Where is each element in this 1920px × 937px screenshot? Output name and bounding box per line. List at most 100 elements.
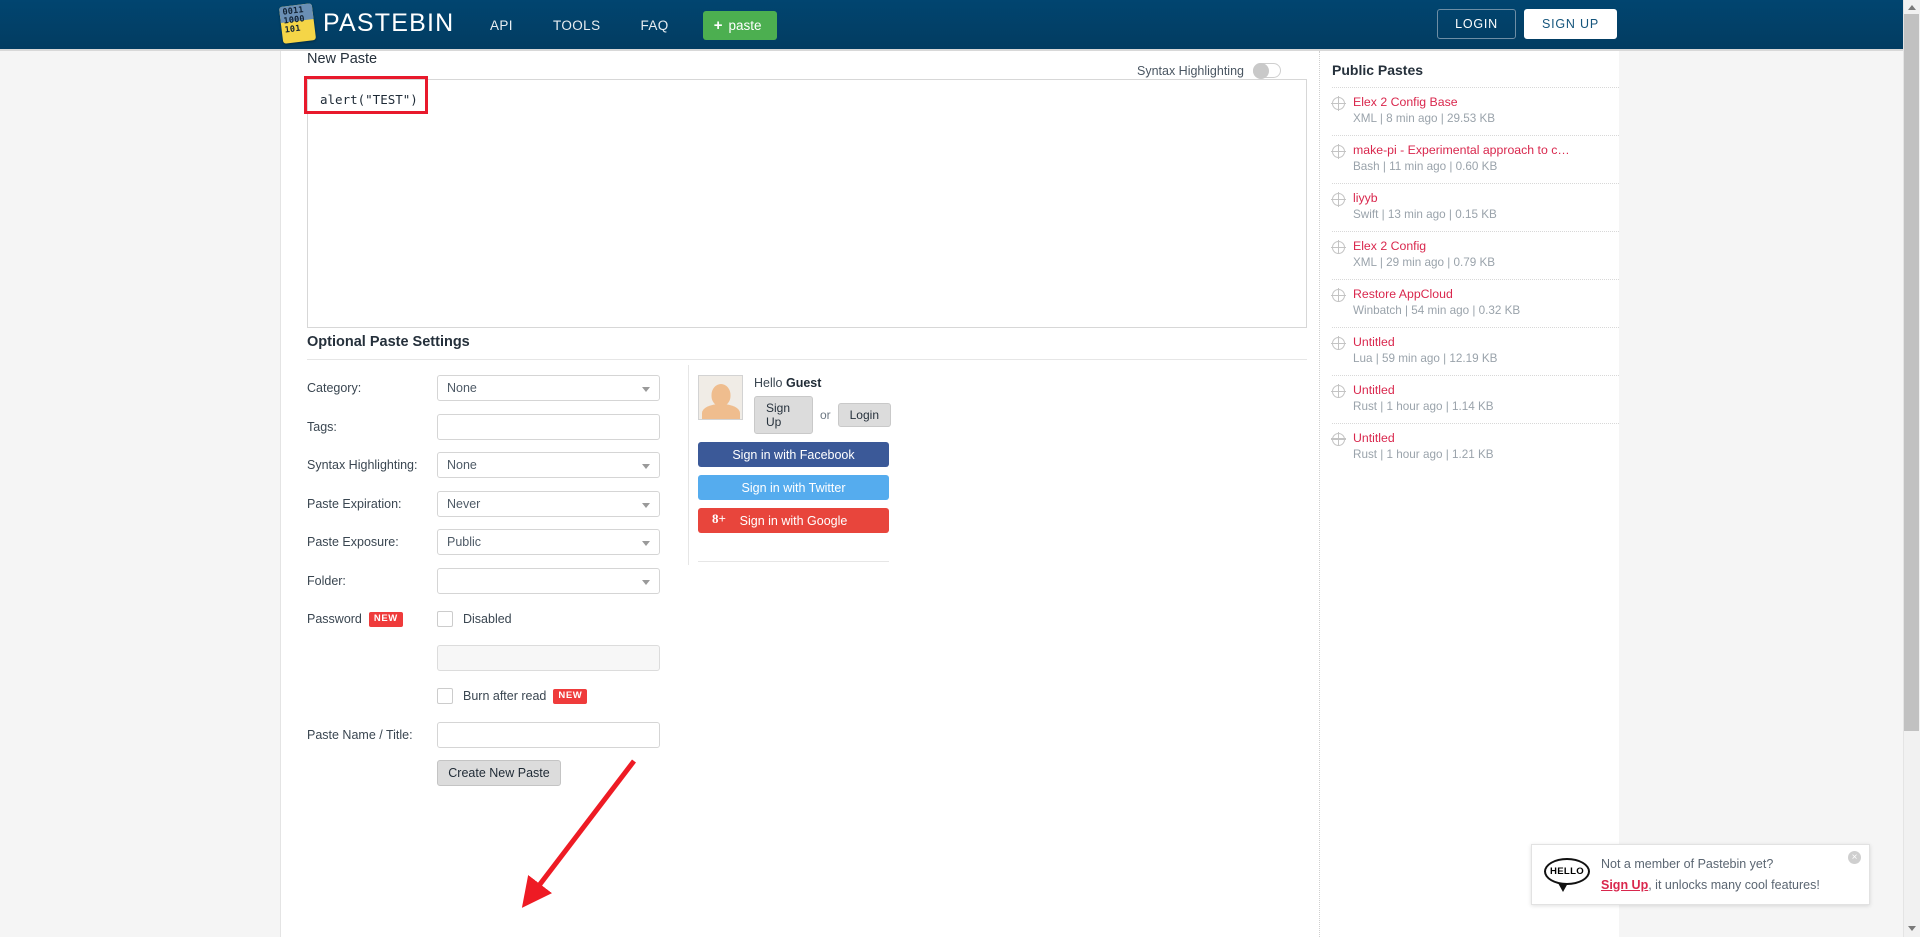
password-disabled-checkbox-group[interactable]: Disabled	[437, 611, 660, 628]
left-gutter	[0, 51, 281, 937]
logo[interactable]: 0011 1000 101 PASTEBIN	[278, 3, 455, 44]
paste-name-label: Paste Name / Title:	[307, 727, 413, 742]
close-icon[interactable]: ×	[1848, 851, 1861, 864]
globe-icon	[1331, 96, 1346, 111]
notification-signup-link[interactable]: Sign Up	[1601, 878, 1648, 892]
new-paste-button[interactable]: + paste	[702, 11, 777, 40]
guest-login-panel: Hello Guest Sign Up or Login Sign in wit…	[688, 365, 891, 565]
form-row-paste-name: Paste Name / Title:	[307, 716, 707, 755]
globe-icon	[1331, 288, 1346, 303]
burn-after-read-new-badge: NEW	[553, 688, 588, 704]
pastebin-logo-icon: 0011 1000 101	[278, 3, 317, 44]
list-item[interactable]: Untitled Rust | 1 hour ago | 1.21 KB	[1331, 422, 1619, 471]
panel-login-button[interactable]: Login	[837, 403, 891, 427]
folder-select[interactable]	[437, 567, 660, 594]
list-item[interactable]: liyyb Swift | 13 min ago | 0.15 KB	[1331, 182, 1619, 231]
twitter-signin-label: Sign in with Twitter	[741, 480, 846, 495]
main-nav: API TOOLS FAQ + paste	[470, 0, 777, 51]
paste-title-link[interactable]: Untitled	[1353, 431, 1494, 447]
scrollbar-thumb[interactable]	[1904, 14, 1919, 731]
list-item[interactable]: Elex 2 Config Base XML | 8 min ago | 29.…	[1331, 87, 1619, 135]
paste-exposure-select[interactable]: Public	[437, 529, 660, 556]
google-plus-icon: 8+	[712, 511, 726, 526]
globe-icon	[1331, 432, 1346, 447]
paste-meta: XML | 8 min ago | 29.53 KB	[1353, 111, 1496, 125]
globe-icon	[1331, 336, 1346, 351]
nav-item-tools[interactable]: TOOLS	[533, 18, 621, 33]
brand-name: PASTEBIN	[323, 9, 455, 37]
paste-content-textarea[interactable]	[307, 79, 1307, 328]
facebook-signin-label: Sign in with Facebook	[732, 447, 855, 462]
syntax-highlighting-toggle[interactable]	[1253, 63, 1281, 79]
folder-label: Folder:	[307, 573, 346, 588]
paste-meta: Winbatch | 54 min ago | 0.32 KB	[1353, 303, 1521, 317]
public-pastes-sidebar: Public Pastes Elex 2 Config Base XML | 8…	[1319, 51, 1619, 937]
google-signin-label: Sign in with Google	[739, 513, 848, 528]
list-item[interactable]: Elex 2 Config XML | 29 min ago | 0.79 KB	[1331, 230, 1619, 279]
facebook-signin-button[interactable]: Sign in with Facebook	[698, 442, 889, 467]
paste-title-link[interactable]: Untitled	[1353, 383, 1494, 399]
paste-meta: Lua | 59 min ago | 12.19 KB	[1353, 351, 1498, 365]
page-content: New Paste Syntax Highlighting Optional P…	[281, 51, 1619, 937]
paste-title-link[interactable]: Elex 2 Config Base	[1353, 95, 1495, 111]
form-row-paste-expiration: Paste Expiration: Never	[307, 485, 707, 524]
guest-greeting-row: Hello Guest Sign Up or Login	[698, 365, 891, 434]
vertical-scrollbar[interactable]	[1903, 0, 1920, 937]
hello-bubble-text: HELLO	[1544, 857, 1590, 885]
optional-settings-divider	[307, 359, 1307, 360]
category-label: Category:	[307, 381, 362, 396]
greeting-text: Hello Guest	[754, 375, 891, 390]
password-input[interactable]	[437, 644, 660, 671]
logo-digits: 0011 1000 101	[281, 5, 306, 36]
signup-button[interactable]: SIGN UP	[1524, 9, 1617, 39]
google-signin-button[interactable]: 8+ Sign in with Google	[698, 508, 889, 533]
scroll-up-arrow-icon[interactable]	[1908, 5, 1916, 10]
optional-settings-form: Category: None Tags: Syntax Highlighting…	[307, 369, 707, 793]
list-item[interactable]: Untitled Rust | 1 hour ago | 1.14 KB	[1331, 374, 1619, 423]
paste-title-link[interactable]: make-pi - Experimental approach to calcu…	[1353, 143, 1575, 159]
avatar-body	[701, 404, 740, 419]
paste-name-input[interactable]	[437, 721, 660, 748]
paste-expiration-select[interactable]: Never	[437, 490, 660, 517]
globe-icon	[1331, 144, 1346, 159]
list-item[interactable]: Restore AppCloud Winbatch | 54 min ago |…	[1331, 278, 1619, 327]
paste-meta: Swift | 13 min ago | 0.15 KB	[1353, 207, 1497, 221]
nav-item-faq[interactable]: FAQ	[621, 18, 689, 33]
category-select[interactable]: None	[437, 375, 660, 402]
optional-settings-heading: Optional Paste Settings	[307, 334, 470, 350]
paste-title-link[interactable]: Untitled	[1353, 335, 1497, 351]
globe-icon	[1331, 240, 1346, 255]
hello-bubble-icon: HELLO	[1544, 857, 1590, 892]
list-item[interactable]: Untitled Lua | 59 min ago | 12.19 KB	[1331, 326, 1619, 375]
right-gutter	[1619, 51, 1920, 937]
list-item[interactable]: make-pi - Experimental approach to calcu…	[1331, 134, 1619, 183]
paste-expiration-label: Paste Expiration:	[307, 496, 402, 511]
password-disabled-checkbox[interactable]	[437, 611, 453, 628]
burn-after-read-label-group: Burn after read NEW	[463, 688, 588, 704]
paste-title-link[interactable]: Restore AppCloud	[1353, 287, 1520, 303]
password-label-group: Password NEW	[307, 611, 437, 627]
nav-item-api[interactable]: API	[470, 18, 533, 33]
burn-after-read-checkbox[interactable]	[437, 688, 453, 705]
page-title: New Paste	[307, 51, 378, 67]
login-button[interactable]: LOGIN	[1437, 9, 1516, 39]
paste-title-link[interactable]: Elex 2 Config	[1353, 239, 1495, 255]
paste-title-link[interactable]: liyyb	[1353, 191, 1497, 207]
form-row-password-field	[307, 639, 707, 678]
burn-after-read-checkbox-group[interactable]: Burn after read NEW	[437, 688, 660, 705]
notification-text: Not a member of Pastebin yet? Sign Up, i…	[1601, 854, 1820, 895]
scroll-down-arrow-icon[interactable]	[1908, 926, 1916, 931]
signup-notification-popup: HELLO Not a member of Pastebin yet? Sign…	[1531, 844, 1870, 905]
paste-meta: Rust | 1 hour ago | 1.21 KB	[1353, 447, 1494, 461]
twitter-signin-button[interactable]: Sign in with Twitter	[698, 475, 889, 500]
syntax-highlighting-toggle-group: Syntax Highlighting	[1137, 63, 1281, 79]
syntax-highlighting-select[interactable]: None	[437, 452, 660, 479]
greeting-name: Guest	[785, 376, 822, 390]
tags-input[interactable]	[437, 413, 660, 440]
site-header: 0011 1000 101 PASTEBIN API TOOLS FAQ + pas…	[0, 0, 1904, 51]
password-label: Password	[307, 612, 362, 627]
hello-bubble-tail	[1558, 882, 1568, 892]
create-new-paste-button[interactable]: Create New Paste	[437, 760, 561, 787]
paste-exposure-label: Paste Exposure:	[307, 535, 399, 550]
panel-signup-button[interactable]: Sign Up	[754, 396, 813, 434]
